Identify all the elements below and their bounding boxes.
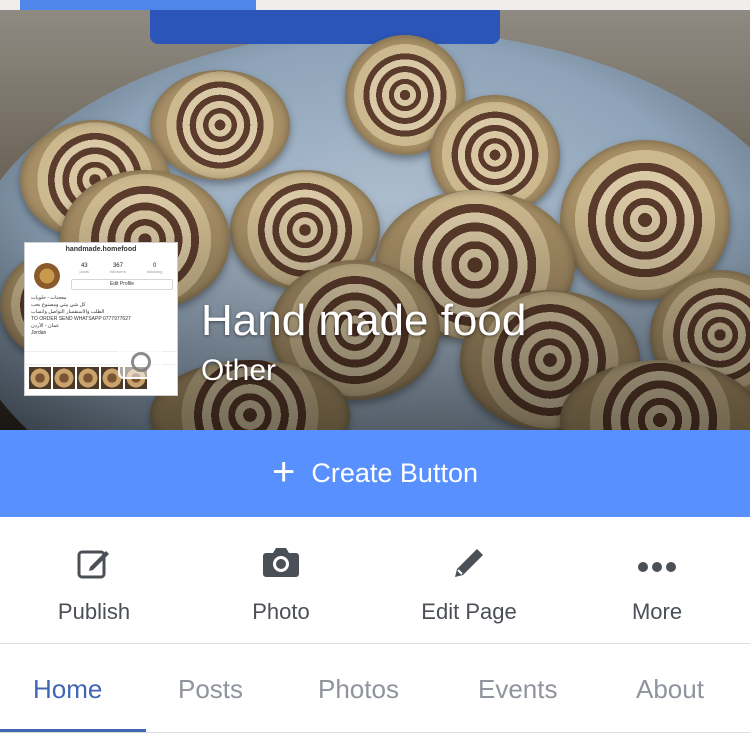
profile-card-avatar (34, 263, 60, 289)
tab-home[interactable]: Home (33, 674, 102, 705)
more-button[interactable]: More (563, 517, 750, 643)
create-button-label: Create Button (311, 458, 478, 488)
publish-button[interactable]: Publish (0, 517, 188, 643)
profile-card-edit: Edit Profile (71, 279, 173, 290)
tabs-divider (0, 732, 750, 733)
edit-icon (0, 545, 188, 581)
tab-posts[interactable]: Posts (178, 674, 243, 705)
page-name: Hand made food (201, 296, 527, 345)
pencil-icon (375, 545, 563, 581)
page-tabs: Home Posts Photos Events About (0, 644, 750, 733)
publish-label: Publish (57, 599, 131, 624)
edit-page-button[interactable]: Edit Page (375, 517, 563, 643)
profile-card-stats: 43 posts 367 followers 0 following (69, 263, 173, 274)
more-dots-icon (563, 545, 750, 581)
photo-label: Photo (252, 599, 310, 624)
plus-icon: + (272, 449, 296, 494)
tab-events[interactable]: Events (478, 674, 558, 705)
page-category: Other (201, 354, 277, 387)
photo-button[interactable]: Photo (187, 517, 375, 643)
stat-posts: 43 posts (79, 263, 90, 274)
create-button[interactable]: + Create Button (0, 430, 750, 517)
profile-card-bio: معجنات - حلويات كل شي بيتي ومصنوع بحب ال… (31, 295, 131, 336)
tab-about[interactable]: About (636, 674, 704, 705)
profile-card-username: handmade.homefood (65, 246, 137, 253)
stat-following: 0 following (146, 263, 163, 274)
more-label: More (631, 599, 683, 624)
profile-picture[interactable]: handmade.homefood 43 posts 367 followers 0… (24, 242, 178, 396)
stat-followers: 367 followers (110, 263, 126, 274)
camera-icon (187, 545, 375, 581)
edit-page-label: Edit Page (421, 599, 517, 624)
change-profile-camera-icon[interactable] (118, 343, 162, 379)
top-accent-bar (20, 0, 256, 10)
action-bar: Publish Photo Edit Page More (0, 517, 750, 644)
tab-photos[interactable]: Photos (318, 674, 399, 705)
